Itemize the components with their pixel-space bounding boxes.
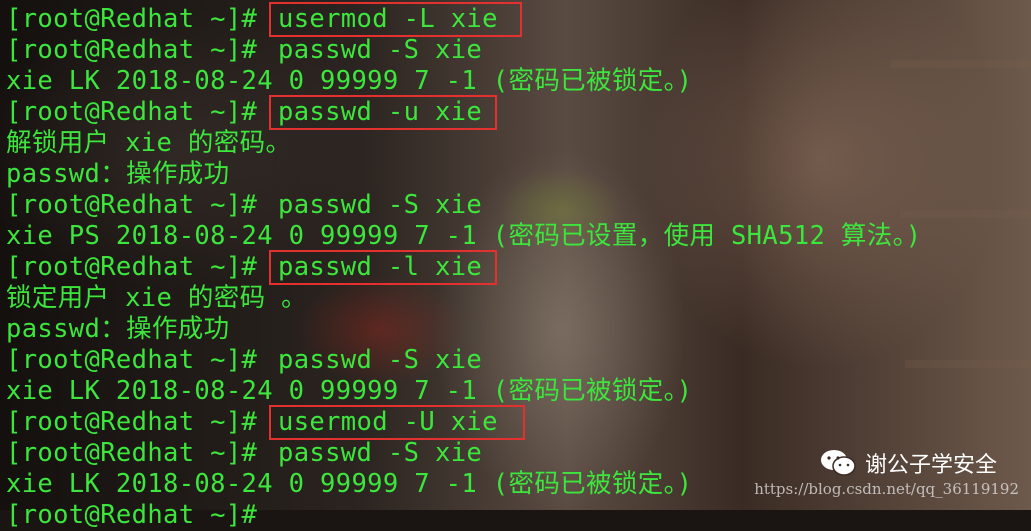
command: passwd -S xie [278, 438, 483, 468]
prompt: [root@Redhat ~]# [6, 97, 258, 127]
highlight-box [269, 250, 497, 285]
terminal-line: [root@Redhat ~]# passwd -S xie [6, 345, 482, 376]
prompt: [root@Redhat ~]# [6, 35, 258, 65]
prompt: [root@Redhat ~]# [6, 190, 258, 220]
prompt: [root@Redhat ~]# [6, 438, 258, 468]
command: passwd -S xie [278, 345, 483, 375]
terminal-line: [root@Redhat ~]# usermod -U xie [6, 407, 497, 438]
terminal-line: [root@Redhat ~]# passwd -l xie [6, 252, 482, 283]
command: passwd -S xie [278, 35, 483, 65]
highlight-box [269, 95, 497, 130]
highlight-box [269, 405, 525, 440]
terminal-line: [root@Redhat ~]# passwd -S xie [6, 438, 482, 469]
prompt: [root@Redhat ~]# [6, 345, 258, 375]
highlight-box [269, 2, 522, 37]
watermark-url: https://blog.csdn.net/qq_36119192 [754, 480, 1019, 498]
terminal-line: [root@Redhat ~]# [6, 500, 257, 531]
prompt: [root@Redhat ~]# [6, 4, 258, 34]
terminal-output-line: 解锁用户 xie 的密码。 [6, 128, 292, 158]
terminal-line: [root@Redhat ~]# passwd -S xie [6, 35, 482, 66]
prompt: [root@Redhat ~]# [6, 252, 258, 282]
prompt: [root@Redhat ~]# [6, 500, 258, 530]
watermark-label: 谢公子学安全 [864, 453, 997, 478]
terminal-output-line: xie PS 2018-08-24 0 99999 7 -1 (密码已设置，使用… [6, 221, 922, 251]
terminal-output-line: xie LK 2018-08-24 0 99999 7 -1 (密码已被锁定。) [6, 376, 693, 406]
command: passwd -S xie [278, 190, 483, 220]
terminal-output-line: xie LK 2018-08-24 0 99999 7 -1 (密码已被锁定。) [6, 469, 693, 499]
terminal-output-line: 锁定用户 xie 的密码 。 [6, 283, 308, 313]
terminal-output[interactable]: [root@Redhat ~]# usermod -L xie [root@Red… [0, 0, 1031, 530]
terminal-line: [root@Redhat ~]# passwd -u xie [6, 97, 482, 128]
wechat-icon [820, 450, 856, 476]
terminal-output-line: passwd：操作成功 [6, 314, 230, 344]
terminal-output-line: passwd：操作成功 [6, 159, 230, 189]
prompt: [root@Redhat ~]# [6, 407, 258, 437]
terminal-line: [root@Redhat ~]# usermod -L xie [6, 4, 497, 35]
terminal-line: [root@Redhat ~]# passwd -S xie [6, 190, 482, 221]
watermark: 谢公子学安全 [819, 447, 997, 479]
terminal-output-line: xie LK 2018-08-24 0 99999 7 -1 (密码已被锁定。) [6, 66, 693, 96]
